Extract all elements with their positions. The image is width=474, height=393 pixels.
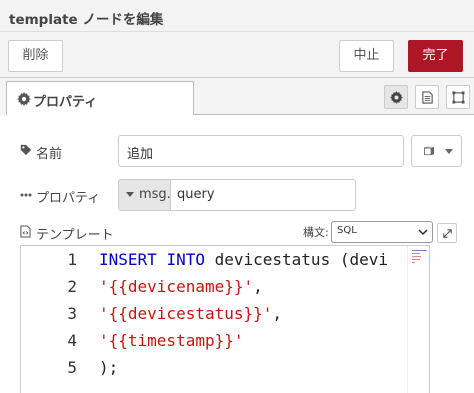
expand-icon	[443, 229, 452, 238]
syntax-select[interactable]: SQL	[331, 221, 433, 243]
minimap-line	[412, 256, 421, 257]
chevron-down-icon	[418, 229, 428, 235]
node-description-button[interactable]	[415, 85, 439, 109]
name-input-value: 追加	[127, 147, 154, 162]
minimap-line	[412, 250, 427, 251]
property-type-select[interactable]: msg.	[119, 180, 171, 210]
tag-icon	[20, 144, 32, 156]
line-number: 2	[67, 277, 77, 296]
syntax-label: 構文:	[303, 226, 329, 239]
code-keyword: INSERT	[99, 250, 157, 269]
template-code-editor[interactable]: 1 2 3 4 5 INSERT INTO devicestatus (devi…	[20, 245, 430, 393]
code-string: '{{timestamp}}'	[99, 331, 244, 350]
property-type-label: msg.	[139, 187, 171, 202]
code-text: ,	[272, 304, 283, 323]
code-string: '{{devicestatus}}'	[99, 304, 273, 323]
caret-down-icon	[445, 149, 453, 154]
caret-down-icon	[126, 192, 134, 197]
book-icon	[424, 146, 434, 156]
template-label: テンプレート	[36, 228, 114, 243]
expand-editor-button[interactable]	[437, 223, 457, 243]
property-value: query	[177, 187, 215, 202]
done-button[interactable]: 完了	[408, 40, 463, 72]
line-number-gutter: 1 2 3 4 5	[21, 246, 83, 393]
code-line: '{{timestamp}}'	[99, 331, 244, 350]
tab-properties[interactable]: プロパティ	[6, 81, 194, 115]
code-text: devicestatus (devi	[204, 250, 388, 269]
property-typed-input[interactable]: msg. query	[118, 179, 356, 211]
tab-properties-label: プロパティ	[33, 95, 98, 110]
code-string: '{{devicename}}'	[99, 277, 254, 296]
code-line: );	[99, 358, 118, 377]
gear-icon	[17, 92, 31, 106]
line-number: 4	[67, 331, 77, 350]
line-number: 1	[67, 250, 77, 269]
node-appearance-button[interactable]	[446, 85, 470, 109]
property-label: プロパティ	[36, 191, 101, 206]
minimap-line	[412, 253, 420, 254]
node-settings-button[interactable]	[384, 85, 408, 109]
editor-minimap[interactable]	[407, 246, 429, 393]
minimap-line	[412, 262, 415, 263]
cancel-button[interactable]: 中止	[339, 40, 394, 72]
gear-icon	[390, 91, 403, 104]
dialog-toolbar: 削除 中止 完了	[0, 32, 474, 78]
properties-panel: 名前 追加 プロパティ msg. query テンプレート 構文: SQL 1 …	[0, 115, 474, 393]
line-number: 5	[67, 358, 77, 377]
code-line: '{{devicename}}',	[99, 277, 263, 296]
document-icon	[422, 91, 433, 104]
minimap-line	[412, 259, 420, 260]
ellipsis-icon	[20, 193, 32, 197]
code-text: );	[99, 358, 119, 377]
line-number: 3	[67, 304, 77, 323]
code-text: ,	[253, 277, 263, 296]
code-keyword: INTO	[166, 250, 205, 269]
frame-icon	[452, 91, 465, 104]
name-icon-select[interactable]	[411, 135, 462, 167]
dialog-title-bar: template ノードを編集	[0, 0, 474, 32]
code-line: '{{devicestatus}}',	[99, 304, 282, 323]
delete-button[interactable]: 削除	[8, 40, 63, 72]
syntax-select-value: SQL	[337, 225, 357, 236]
tab-bar: プロパティ	[0, 79, 474, 115]
file-code-icon	[20, 225, 31, 238]
name-input[interactable]: 追加	[118, 135, 404, 167]
dialog-title: template ノードを編集	[9, 12, 164, 28]
name-label: 名前	[36, 147, 63, 162]
code-line: INSERT INTO devicestatus (devi	[99, 250, 388, 269]
